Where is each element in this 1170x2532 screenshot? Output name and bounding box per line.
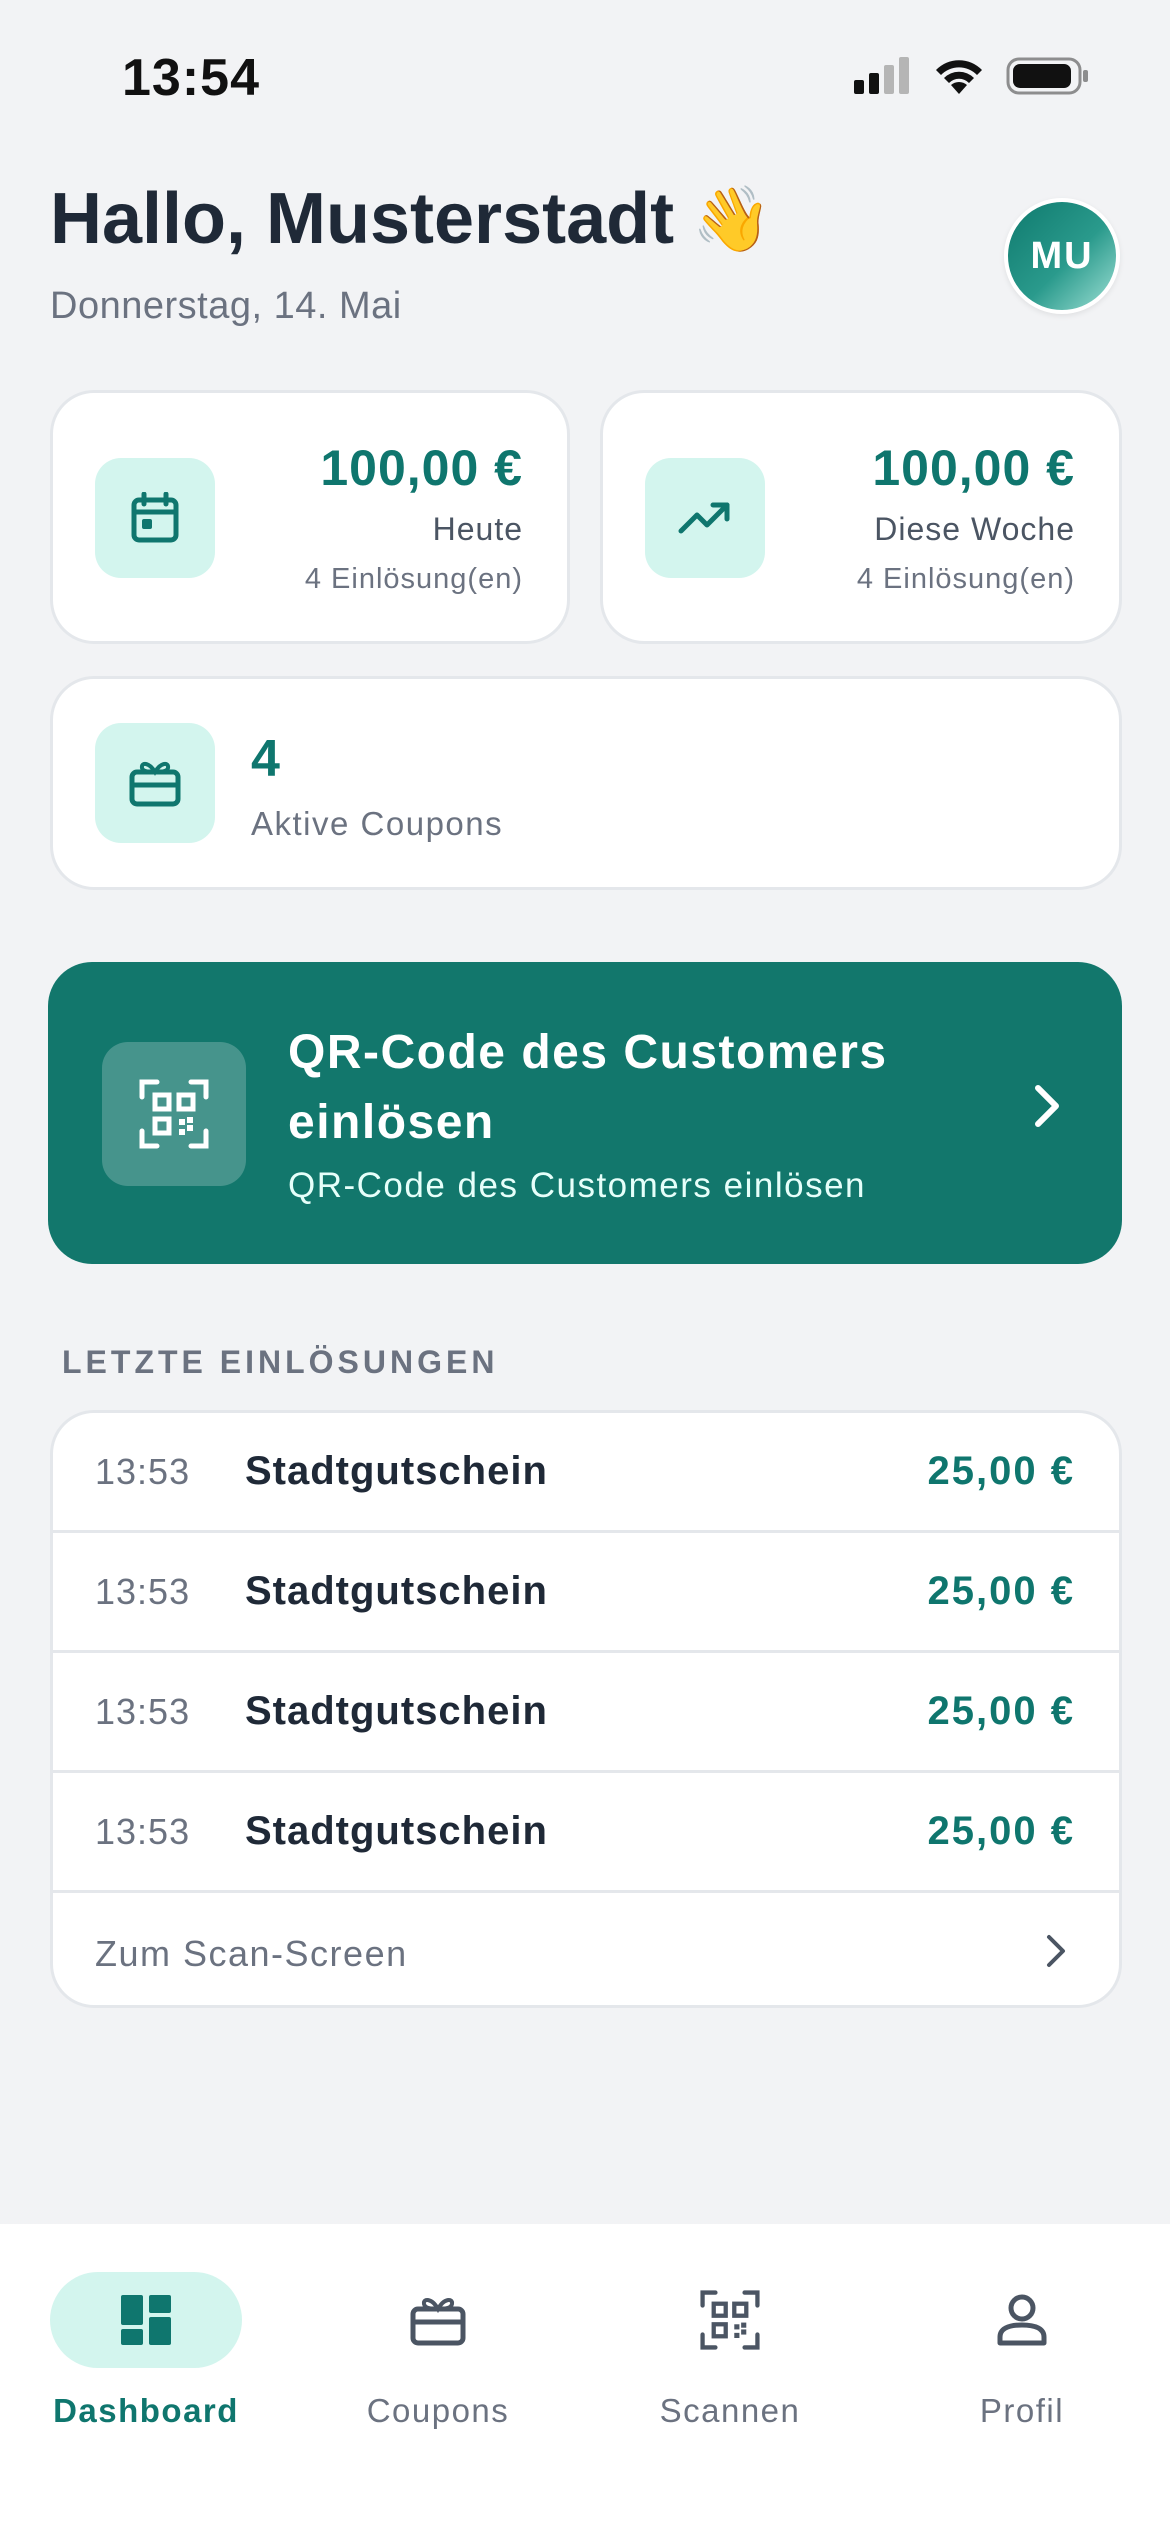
gift-icon-box <box>95 723 215 843</box>
greeting-text: Hallo, Musterstadt <box>50 179 675 259</box>
tab-coupons-pill <box>342 2272 534 2368</box>
tab-dashboard[interactable]: Dashboard <box>0 2246 292 2446</box>
signal-icon <box>854 57 909 94</box>
calendar-icon <box>131 492 179 543</box>
redemption-amount: 25,00 € <box>927 1809 1075 1853</box>
bottom-tab-bar: Dashboard Coupons Scannen Profil <box>0 2224 1170 2532</box>
redemption-time: 13:53 <box>95 1811 191 1852</box>
redemption-amount: 25,00 € <box>927 1569 1075 1613</box>
list-item[interactable]: 13:53 Stadtgutschein 25,00 € <box>53 1413 1119 1533</box>
redemption-name: Stadtgutschein <box>245 1809 548 1853</box>
stat-week-value: 100,00 € <box>872 440 1075 496</box>
scan-screen-link[interactable]: Zum Scan-Screen <box>53 1893 1119 2005</box>
stat-card-week: 100,00 € Diese Woche 4 Einlösung(en) <box>600 390 1122 644</box>
battery-icon <box>1006 57 1088 95</box>
stat-card-coupons: 4 Aktive Coupons <box>50 676 1122 890</box>
redemption-name: Stadtgutschein <box>245 1449 548 1493</box>
redeem-qr-subtitle: QR-Code des Customers einlösen <box>288 1166 867 1205</box>
wifi-icon <box>936 60 982 94</box>
chevron-right-icon <box>1047 1935 1065 1967</box>
tab-scannen-label: Scannen <box>659 2392 801 2429</box>
qr-icon-box <box>102 1042 246 1186</box>
current-date: Donnerstag, 14. Mai <box>50 285 402 327</box>
wave-emoji: 👋 <box>692 182 772 255</box>
stat-week-sub: 4 Einlösung(en) <box>856 563 1075 595</box>
redemption-name: Stadtgutschein <box>245 1689 548 1733</box>
calendar-icon-box <box>95 458 215 578</box>
tab-coupons[interactable]: Coupons <box>292 2246 584 2446</box>
redeem-qr-title: QR-Code des Customers einlösen <box>288 1026 888 1149</box>
redeem-qr-banner[interactable]: QR-Code des Customers einlösen QR-Code d… <box>48 962 1122 1264</box>
qr-scan-icon <box>139 1079 209 1149</box>
chevron-right-icon <box>1035 1085 1059 1127</box>
greeting-heading: Hallo, Musterstadt 👋 <box>50 178 772 260</box>
stat-today-sub: 4 Einlösung(en) <box>304 563 523 595</box>
tab-profil[interactable]: Profil <box>876 2246 1168 2446</box>
stat-coupons-value: 4 <box>251 730 280 788</box>
stat-card-today: 100,00 € Heute 4 Einlösung(en) <box>50 390 570 644</box>
tab-dashboard-label: Dashboard <box>53 2392 239 2429</box>
redemption-amount: 25,00 € <box>927 1449 1075 1493</box>
avatar[interactable]: MU <box>1004 198 1120 314</box>
list-item[interactable]: 13:53 Stadtgutschein 25,00 € <box>53 1653 1119 1773</box>
dashboard-icon <box>121 2295 171 2345</box>
tab-coupons-label: Coupons <box>366 2392 510 2429</box>
stat-today-label: Heute <box>432 511 523 547</box>
redemption-time: 13:53 <box>95 1571 191 1612</box>
trending-up-icon <box>678 502 730 534</box>
status-bar: 13:54 <box>0 0 1170 150</box>
tab-scannen[interactable]: Scannen <box>584 2246 876 2446</box>
scan-screen-link-label: Zum Scan-Screen <box>95 1933 408 1974</box>
redemption-time: 13:53 <box>95 1451 191 1492</box>
recent-redemptions-list: 13:53 Stadtgutschein 25,00 € 13:53 Stadt… <box>50 1410 1122 2008</box>
trending-up-icon-box <box>645 458 765 578</box>
stat-coupons-label: Aktive Coupons <box>251 805 504 842</box>
gift-icon <box>129 761 181 807</box>
stat-week-label: Diese Woche <box>874 511 1075 547</box>
redemption-name: Stadtgutschein <box>245 1569 548 1613</box>
status-time: 13:54 <box>122 49 260 107</box>
gift-icon <box>410 2298 466 2346</box>
person-icon <box>997 2294 1047 2346</box>
avatar-initials: MU <box>1030 234 1094 277</box>
tab-dashboard-pill <box>50 2272 242 2368</box>
status-icons <box>854 56 1090 96</box>
tab-profil-pill <box>926 2272 1118 2368</box>
recent-section-title: LETZTE EINLÖSUNGEN <box>62 1344 499 1380</box>
redemption-time: 13:53 <box>95 1691 191 1732</box>
qr-scan-icon <box>700 2290 760 2350</box>
tab-profil-label: Profil <box>979 2392 1065 2429</box>
redemption-amount: 25,00 € <box>927 1689 1075 1733</box>
list-item[interactable]: 13:53 Stadtgutschein 25,00 € <box>53 1773 1119 1893</box>
tab-scannen-pill <box>634 2272 826 2368</box>
stat-today-value: 100,00 € <box>320 440 523 496</box>
list-item[interactable]: 13:53 Stadtgutschein 25,00 € <box>53 1533 1119 1653</box>
